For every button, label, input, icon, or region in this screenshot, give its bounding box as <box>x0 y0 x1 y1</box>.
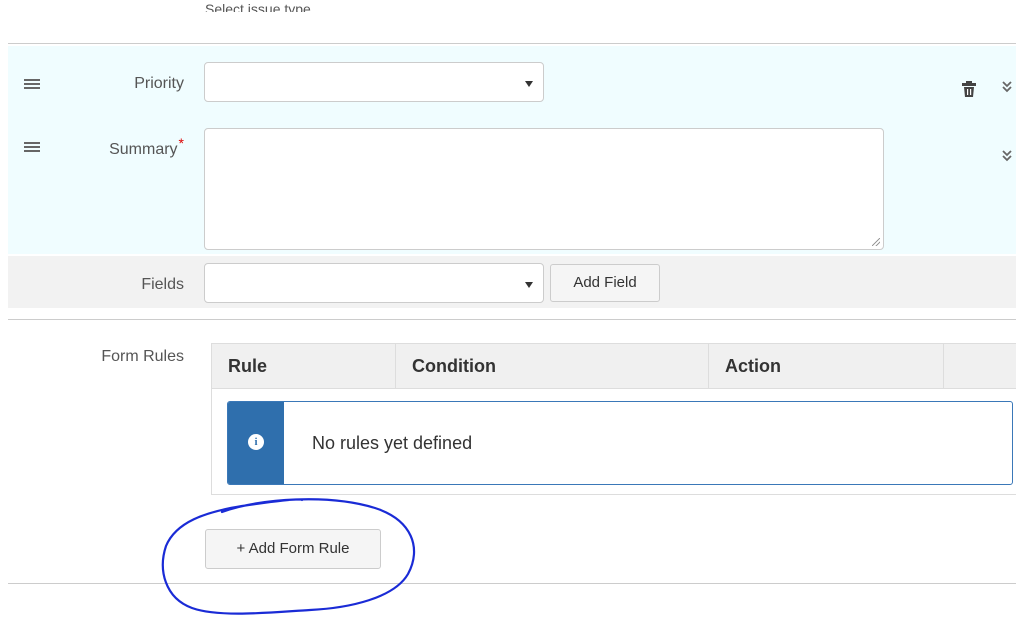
collapse-chevron-icon[interactable] <box>1002 150 1012 164</box>
fields-select[interactable] <box>204 263 544 303</box>
table-header: Rule Condition Action <box>212 344 1016 389</box>
info-circle-icon: i <box>248 434 264 450</box>
chevron-down-icon <box>525 282 533 288</box>
divider <box>8 43 1016 44</box>
column-header-blank <box>944 344 1016 388</box>
form-rules-label: Form Rules <box>101 348 184 365</box>
divider <box>8 319 1016 320</box>
alert-icon-box: i <box>228 402 284 484</box>
resize-grip-icon[interactable] <box>872 238 880 246</box>
summary-label: Summary* <box>34 135 184 159</box>
summary-textarea[interactable] <box>204 128 884 250</box>
column-header-action: Action <box>709 344 944 388</box>
empty-rules-alert: i No rules yet defined <box>227 401 1013 485</box>
fields-label: Fields <box>141 276 184 293</box>
required-marker: * <box>178 135 184 151</box>
trash-icon[interactable] <box>962 81 976 97</box>
empty-rules-message: No rules yet defined <box>312 433 473 453</box>
summary-label-text: Summary <box>109 141 178 158</box>
priority-label: Priority <box>134 75 184 92</box>
column-header-rule: Rule <box>212 344 396 388</box>
add-field-button[interactable]: Add Field <box>550 264 660 302</box>
annotation-circle <box>161 498 416 615</box>
column-header-condition: Condition <box>396 344 709 388</box>
priority-select[interactable] <box>204 62 544 102</box>
collapse-chevron-icon[interactable] <box>1002 81 1012 95</box>
issue-type-hint: Select issue type <box>205 2 311 12</box>
chevron-down-icon <box>525 81 533 87</box>
form-rules-table: Rule Condition Action i No rules yet def… <box>211 343 1016 495</box>
